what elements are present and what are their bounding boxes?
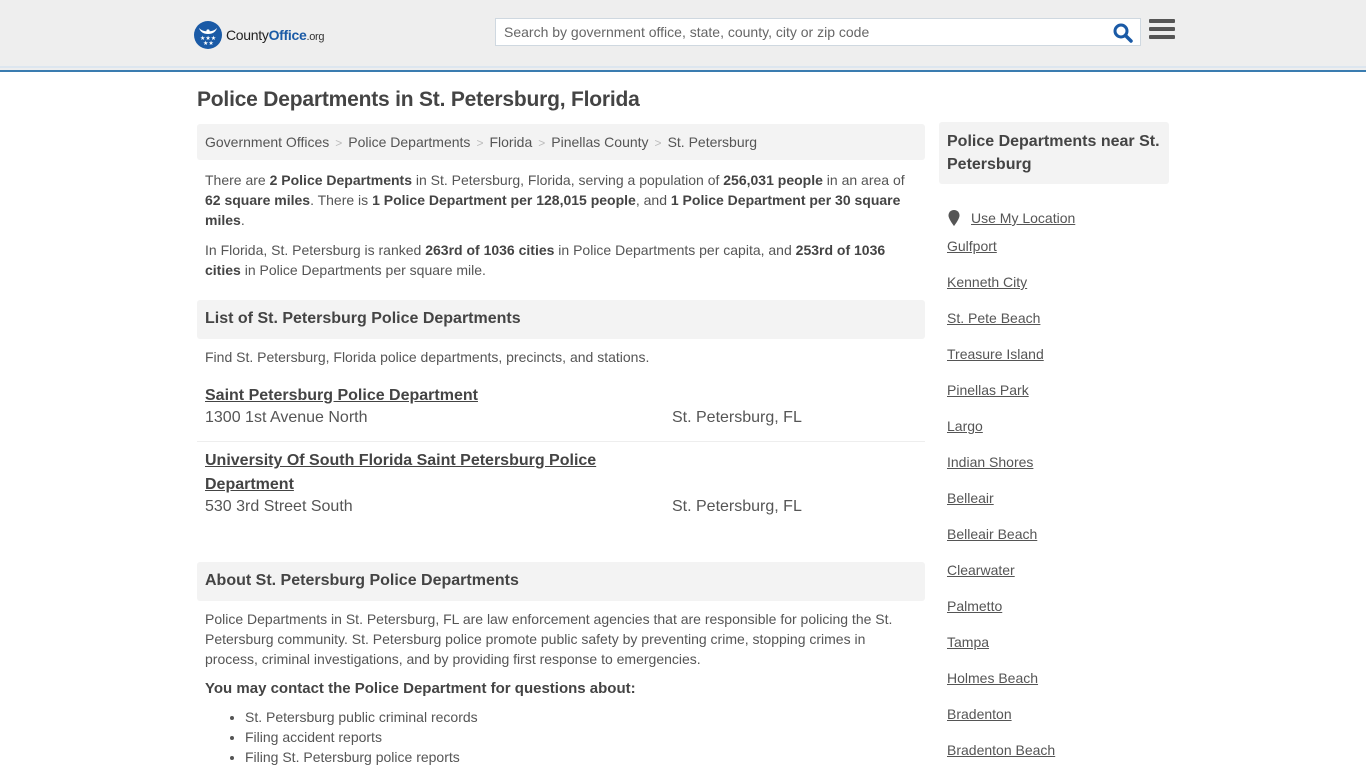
about-section: Police Departments in St. Petersburg, FL… bbox=[205, 609, 917, 767]
search-icon bbox=[1113, 23, 1133, 43]
intro-paragraph-stats: There are 2 Police Departments in St. Pe… bbox=[205, 172, 905, 228]
contact-heading: You may contact the Police Department fo… bbox=[205, 680, 636, 697]
contact-item: Filing accident reports bbox=[245, 727, 917, 747]
search-box bbox=[495, 18, 1141, 46]
department-city: St. Petersburg, FL bbox=[672, 498, 802, 515]
nearby-link-palmetto[interactable]: Palmetto bbox=[947, 596, 1075, 632]
list-item: University Of South Florida Saint Peters… bbox=[197, 449, 925, 517]
svg-text:★★: ★★ bbox=[203, 40, 214, 45]
divider bbox=[197, 441, 925, 442]
nearby-link-largo[interactable]: Largo bbox=[947, 416, 1075, 452]
list-section-heading: List of St. Petersburg Police Department… bbox=[197, 300, 925, 339]
department-address: 530 3rd Street South bbox=[205, 498, 353, 515]
department-city: St. Petersburg, FL bbox=[672, 409, 802, 426]
sidebar-heading: Police Departments near St. Petersburg bbox=[939, 122, 1169, 184]
breadcrumb-separator-icon: > bbox=[335, 136, 343, 150]
breadcrumb: Government Offices > Police Departments > Fl… bbox=[197, 124, 925, 160]
breadcrumb-government-offices[interactable]: Government Offices bbox=[205, 134, 329, 150]
contact-item: Filing St. Petersburg police reports bbox=[245, 747, 917, 767]
nearby-link-bradenton-beach[interactable]: Bradenton Beach bbox=[947, 740, 1075, 776]
breadcrumb-separator-icon: > bbox=[476, 136, 484, 150]
nearby-link-belleair[interactable]: Belleair bbox=[947, 488, 1075, 524]
use-my-location-link[interactable]: Use My Location bbox=[947, 200, 1075, 236]
list-item: Saint Petersburg Police Department 1300 … bbox=[197, 384, 925, 428]
nearby-link-clearwater[interactable]: Clearwater bbox=[947, 560, 1075, 596]
nearby-link-holmes-beach[interactable]: Holmes Beach bbox=[947, 668, 1075, 704]
intro-paragraph-ranking: In Florida, St. Petersburg is ranked 263… bbox=[205, 242, 886, 278]
site-header: ★★★ ★★ CountyOffice.org bbox=[0, 0, 1366, 72]
nearby-link-pinellas-park[interactable]: Pinellas Park bbox=[947, 380, 1075, 416]
breadcrumb-separator-icon: > bbox=[538, 136, 546, 150]
breadcrumb-st-petersburg[interactable]: St. Petersburg bbox=[668, 134, 758, 150]
nearby-link-belleair-beach[interactable]: Belleair Beach bbox=[947, 524, 1075, 560]
nearby-link-indian-shores[interactable]: Indian Shores bbox=[947, 452, 1075, 488]
search-button[interactable] bbox=[1112, 22, 1134, 44]
breadcrumb-pinellas-county[interactable]: Pinellas County bbox=[551, 134, 648, 150]
nearby-link-kenneth-city[interactable]: Kenneth City bbox=[947, 272, 1075, 308]
nearby-link-st-pete-beach[interactable]: St. Pete Beach bbox=[947, 308, 1075, 344]
contact-item: St. Petersburg public criminal records bbox=[245, 707, 917, 727]
list-description: Find St. Petersburg, Florida police depa… bbox=[205, 349, 650, 365]
map-pin-icon bbox=[948, 210, 960, 226]
department-link[interactable]: University Of South Florida Saint Peters… bbox=[205, 449, 635, 497]
department-link[interactable]: Saint Petersburg Police Department bbox=[205, 384, 635, 408]
eagle-stars-logo-icon: ★★★ ★★ bbox=[194, 21, 222, 49]
nearby-link-bradenton[interactable]: Bradenton bbox=[947, 704, 1075, 740]
about-body: Police Departments in St. Petersburg, FL… bbox=[205, 611, 893, 667]
logo-text: CountyOffice.org bbox=[226, 27, 325, 43]
hamburger-menu-icon[interactable] bbox=[1149, 19, 1175, 43]
breadcrumb-florida[interactable]: Florida bbox=[489, 134, 532, 150]
site-logo[interactable]: ★★★ ★★ CountyOffice.org bbox=[194, 21, 325, 49]
breadcrumb-police-departments[interactable]: Police Departments bbox=[348, 134, 470, 150]
page-title: Police Departments in St. Petersburg, Fl… bbox=[197, 88, 640, 111]
department-address: 1300 1st Avenue North bbox=[205, 409, 368, 426]
search-input[interactable] bbox=[496, 19, 1106, 45]
nearby-list: Use My Location Gulfport Kenneth City St… bbox=[947, 200, 1075, 776]
nearby-link-gulfport[interactable]: Gulfport bbox=[947, 236, 1075, 272]
nearby-link-treasure-island[interactable]: Treasure Island bbox=[947, 344, 1075, 380]
intro-text: There are 2 Police Departments in St. Pe… bbox=[205, 170, 917, 290]
nearby-link-tampa[interactable]: Tampa bbox=[947, 632, 1075, 668]
about-section-heading: About St. Petersburg Police Departments bbox=[197, 562, 925, 601]
breadcrumb-separator-icon: > bbox=[654, 136, 662, 150]
contact-list: St. Petersburg public criminal records F… bbox=[205, 707, 917, 767]
